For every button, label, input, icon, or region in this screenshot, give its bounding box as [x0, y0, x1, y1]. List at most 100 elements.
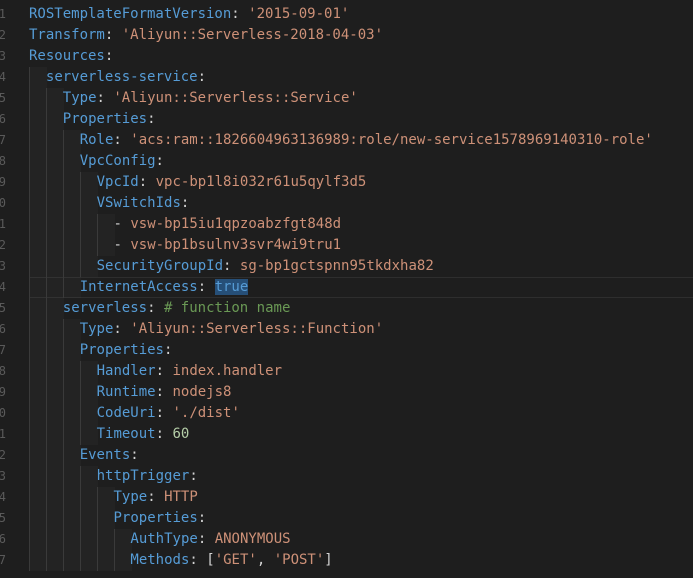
code-line[interactable]: 0 CodeUri: './dist': [0, 403, 693, 424]
code-text: Resources:: [29, 46, 113, 67]
code-line[interactable]: 0 VSwitchIds:: [0, 193, 693, 214]
token-key: Runtime: [96, 384, 156, 400]
indent-guide: [29, 109, 47, 130]
code-line[interactable]: 8 VpcConfig:: [0, 151, 693, 172]
code-line[interactable]: 4 serverless-service:: [0, 67, 693, 88]
token-punct: :: [189, 552, 207, 568]
token-plain: vsw-bp15iu1qpzoabzfgt848d: [130, 216, 342, 232]
indent-guide: [79, 193, 98, 214]
token-key: Type: [79, 321, 114, 337]
indent-guide: [45, 277, 64, 298]
code-line[interactable]: 6 Properties:: [0, 109, 693, 130]
code-line[interactable]: 8 Handler: index.handler: [0, 361, 693, 382]
indent-guide: [45, 235, 64, 256]
indent-guide: [45, 130, 64, 151]
token-punct: :: [223, 258, 240, 274]
code-line[interactable]: 3 SecurityGroupId: sg-bp1gctspnn95tkdxha8…: [0, 256, 693, 277]
code-line[interactable]: 7 Properties:: [0, 340, 693, 361]
token-key: serverless-service: [45, 69, 198, 85]
indent-guide: [79, 361, 98, 382]
indent-guide: [79, 214, 98, 235]
code-line[interactable]: 5 Type: 'Aliyun::Serverless::Service': [0, 88, 693, 109]
code-line[interactable]: 3 Resources:: [0, 46, 693, 67]
token-num: 60: [172, 426, 190, 442]
indent-guide: [62, 508, 81, 529]
line-number: 5: [0, 301, 6, 315]
token-punct: :: [113, 321, 131, 337]
indent-guide: [113, 529, 132, 550]
indent-guide: [45, 298, 64, 319]
token-comment: # function name: [163, 300, 291, 316]
token-key: Transform: [29, 27, 105, 43]
line-number: 0: [0, 196, 6, 210]
code-text: - vsw-bp1bsulnv3svr4wi9tru1: [114, 235, 342, 256]
code-line[interactable]: 5 serverless: # function name: [0, 298, 693, 319]
indent-guide: [29, 193, 47, 214]
line-number: 2: [0, 448, 6, 462]
indent-guide: [29, 529, 47, 550]
code-text: ROSTemplateFormatVersion: '2015-09-01': [29, 4, 349, 25]
indent-guide: [62, 172, 81, 193]
code-line[interactable]: 1 - vsw-bp15iu1qpzoabzfgt848d: [0, 214, 693, 235]
line-number: 6: [0, 532, 6, 546]
code-editor[interactable]: 1 ROSTemplateFormatVersion: '2015-09-01' 2…: [0, 0, 693, 578]
code-line[interactable]: 1 Timeout: 60: [0, 424, 693, 445]
line-number: 5: [0, 511, 6, 525]
indent-guide: [79, 424, 98, 445]
code-text: Role: 'acs:ram::1826604963136989:role/ne…: [80, 130, 653, 151]
code-line[interactable]: 7 Methods: ['GET', 'POST']: [0, 550, 693, 571]
code-line[interactable]: 1 ROSTemplateFormatVersion: '2015-09-01': [0, 4, 693, 25]
code-text: SecurityGroupId: sg-bp1gctspnn95tkdxha82: [97, 256, 434, 277]
token-key: Type: [62, 90, 97, 106]
code-line[interactable]: 2 Events:: [0, 445, 693, 466]
line-number: 3: [0, 49, 6, 63]
code-line[interactable]: 6 AuthType: ANONYMOUS: [0, 529, 693, 550]
indent-guide: [62, 361, 81, 382]
indent-guide: [45, 424, 64, 445]
code-text: Type: 'Aliyun::Serverless::Function': [80, 319, 383, 340]
code-line[interactable]: 2 Transform: 'Aliyun::Serverless-2018-04-…: [0, 25, 693, 46]
code-text: Type: HTTP: [114, 487, 198, 508]
token-str: 'acs:ram::1826604963136989:role/new-serv…: [130, 132, 653, 148]
token-plain: vsw-bp1bsulnv3svr4wi9tru1: [130, 237, 342, 253]
line-number: 4: [0, 70, 6, 84]
token-punct: ]: [324, 552, 333, 568]
code-text: Runtime: nodejs8: [97, 382, 232, 403]
code-line[interactable]: 2 - vsw-bp1bsulnv3svr4wi9tru1: [0, 235, 693, 256]
token-key: Events: [79, 447, 131, 463]
indent-guide: [62, 403, 81, 424]
token-punct: :: [231, 6, 249, 22]
indent-guide: [29, 256, 47, 277]
indent-guide: [45, 466, 64, 487]
line-number: 9: [0, 385, 6, 399]
token-punct: :: [197, 510, 207, 526]
indent-guide: [45, 193, 64, 214]
code-line[interactable]: 3 httpTrigger:: [0, 466, 693, 487]
code-line[interactable]: 4 Type: HTTP: [0, 487, 693, 508]
indent-guide: [29, 88, 47, 109]
line-number: 2: [0, 28, 6, 42]
token-key: CodeUri: [96, 405, 156, 421]
indent-guide: [45, 529, 64, 550]
code-line[interactable]: 9 VpcId: vpc-bp1l8i032r61u5qylf3d5: [0, 172, 693, 193]
token-punct: :: [138, 174, 156, 190]
code-line[interactable]: 4 InternetAccess: true: [0, 277, 693, 298]
indent-guide: [29, 130, 47, 151]
line-number: 4: [0, 490, 6, 504]
code-line[interactable]: 9 Runtime: nodejs8: [0, 382, 693, 403]
token-key: Methods: [130, 552, 190, 568]
indent-guide: [62, 550, 81, 571]
line-number: 7: [0, 133, 6, 147]
token-str: 'GET': [214, 552, 257, 568]
code-text: Properties:: [114, 508, 207, 529]
code-text: Transform: 'Aliyun::Serverless-2018-04-0…: [29, 25, 383, 46]
code-line[interactable]: 7 Role: 'acs:ram::1826604963136989:role/n…: [0, 130, 693, 151]
code-line[interactable]: 5 Properties:: [0, 508, 693, 529]
token-punct: :: [147, 300, 164, 316]
line-number: 8: [0, 154, 6, 168]
indent-guide: [62, 466, 81, 487]
code-line[interactable]: 6 Type: 'Aliyun::Serverless::Function': [0, 319, 693, 340]
indent-guide: [79, 172, 98, 193]
indent-guide: [45, 487, 64, 508]
line-number: 1: [0, 7, 6, 21]
